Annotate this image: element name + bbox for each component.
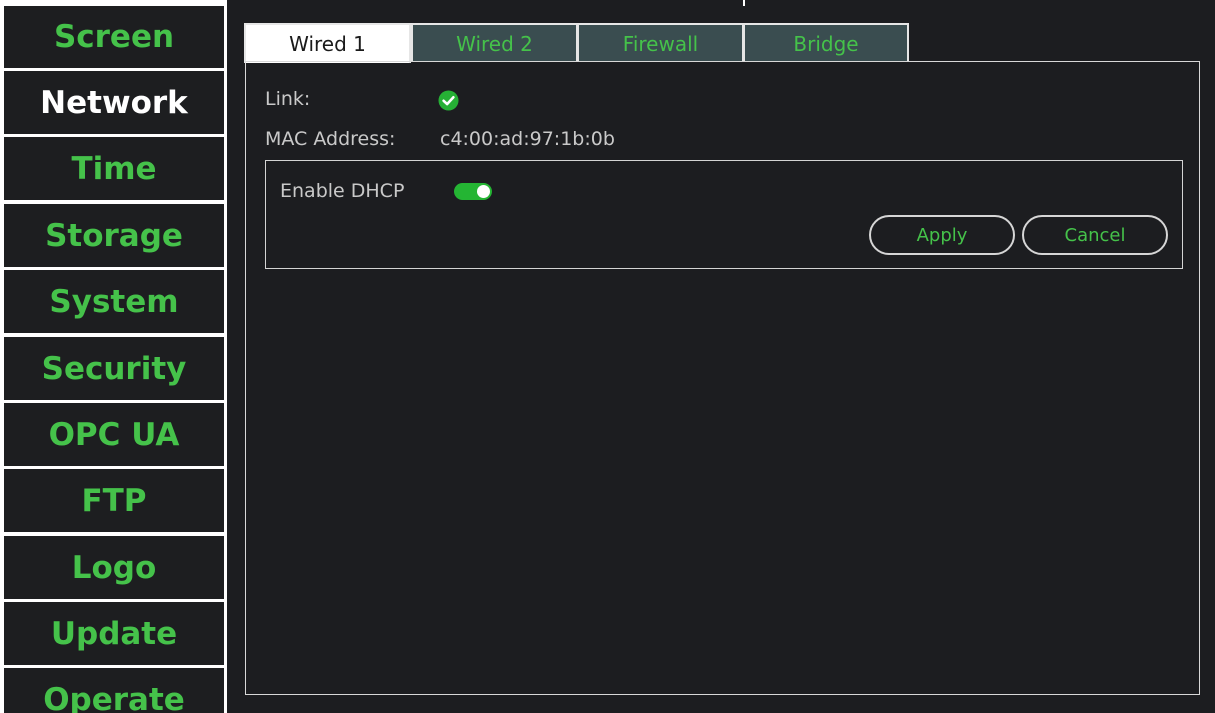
sidebar-item-ftp[interactable]: FTP xyxy=(4,469,224,532)
app-window: Screen Network Time Storage System Secur… xyxy=(0,0,1215,713)
sidebar-item-operate[interactable]: Operate xyxy=(4,668,224,713)
mac-address-value: c4:00:ad:97:1b:0b xyxy=(440,128,615,150)
sidebar-item-logo[interactable]: Logo xyxy=(4,536,224,599)
sidebar-item-opc-ua[interactable]: OPC UA xyxy=(4,403,224,466)
sidebar-item-screen[interactable]: Screen xyxy=(4,6,224,68)
settings-sidebar: Screen Network Time Storage System Secur… xyxy=(0,0,226,713)
sidebar-item-time[interactable]: Time xyxy=(4,137,224,200)
sidebar-item-network[interactable]: Network xyxy=(4,71,224,134)
link-label: Link: xyxy=(265,88,311,110)
tab-firewall[interactable]: Firewall xyxy=(577,23,744,62)
network-settings-panel: Wired 1 Wired 2 Firewall Bridge Link: MA… xyxy=(227,0,1215,713)
tab-wired-2[interactable]: Wired 2 xyxy=(411,23,578,62)
sidebar-item-security[interactable]: Security xyxy=(4,337,224,400)
tab-content xyxy=(245,61,1200,695)
sidebar-item-storage[interactable]: Storage xyxy=(4,204,224,267)
toggle-knob xyxy=(477,185,490,198)
tab-wired-1[interactable]: Wired 1 xyxy=(244,23,411,63)
dhcp-group: Enable DHCP Apply Cancel xyxy=(265,160,1183,269)
mac-address-label: MAC Address: xyxy=(265,128,396,150)
check-circle-icon xyxy=(438,90,459,111)
apply-button[interactable]: Apply xyxy=(869,215,1015,255)
cancel-button[interactable]: Cancel xyxy=(1022,215,1168,255)
tab-bridge[interactable]: Bridge xyxy=(743,23,909,62)
divider xyxy=(743,0,745,6)
sidebar-item-system[interactable]: System xyxy=(4,270,224,333)
dhcp-toggle[interactable] xyxy=(454,183,492,200)
dhcp-label: Enable DHCP xyxy=(280,180,405,202)
sidebar-item-update[interactable]: Update xyxy=(4,602,224,665)
